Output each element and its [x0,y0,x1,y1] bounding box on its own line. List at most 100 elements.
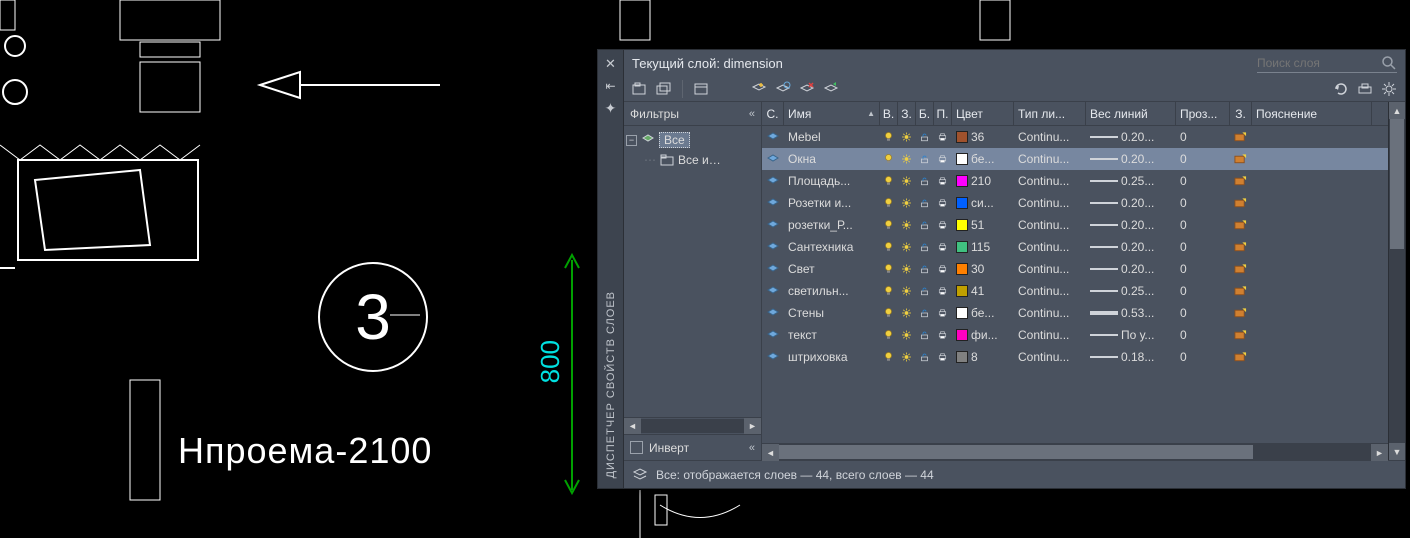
layer-row[interactable]: светильн...41Continu...0.25...0 [762,280,1388,302]
layer-lock-toggle[interactable] [916,175,934,187]
layer-row[interactable]: штриховка8Continu...0.18...0 [762,346,1388,368]
col-plotstyle[interactable]: З. [1230,102,1252,125]
layer-freeze-toggle[interactable] [898,130,916,144]
layer-color[interactable]: бе... [952,152,1014,166]
tree-node-all[interactable]: − Все [626,130,759,150]
tree-toggle-icon[interactable]: − [626,135,637,146]
layer-row[interactable]: Свет30Continu...0.20...0 [762,258,1388,280]
layer-row[interactable]: Площадь...210Continu...0.25...0 [762,170,1388,192]
layer-color[interactable]: бе... [952,306,1014,320]
invert-checkbox[interactable] [630,441,643,454]
layer-color[interactable]: 41 [952,284,1014,298]
search-icon[interactable] [1381,54,1397,72]
layer-lock-toggle[interactable] [916,197,934,209]
col-linetype[interactable]: Тип ли... [1014,102,1086,125]
layer-name[interactable]: штриховка [784,350,880,364]
search-layer-input[interactable] [1257,56,1381,70]
layer-transparency[interactable]: 0 [1176,240,1230,254]
layer-freeze-toggle[interactable] [898,284,916,298]
layer-row[interactable]: Mebel36Continu...0.20...0 [762,126,1388,148]
layer-lineweight[interactable]: 0.53... [1086,306,1176,320]
new-group-filter-button[interactable] [654,79,674,99]
layer-on-toggle[interactable] [880,350,898,364]
new-property-filter-button[interactable] [630,79,650,99]
col-lock[interactable]: Б. [916,102,934,125]
layer-freeze-toggle[interactable] [898,218,916,232]
layer-new-vp-icon[interactable] [1230,219,1252,231]
layer-linetype[interactable]: Continu... [1014,284,1086,298]
layer-transparency[interactable]: 0 [1176,306,1230,320]
layer-transparency[interactable]: 0 [1176,350,1230,364]
layer-plot-toggle[interactable] [934,263,952,275]
scroll-right-icon[interactable]: ► [1371,444,1388,461]
scroll-thumb[interactable] [1390,119,1404,249]
table-v-scrollbar[interactable]: ▲ ▼ [1388,102,1405,460]
layer-freeze-toggle[interactable] [898,240,916,254]
layer-transparency[interactable]: 0 [1176,284,1230,298]
layer-new-vp-icon[interactable] [1230,153,1252,165]
layer-linetype[interactable]: Continu... [1014,262,1086,276]
scroll-right-icon[interactable]: ► [744,418,761,435]
layer-transparency[interactable]: 0 [1176,262,1230,276]
layer-new-vp-icon[interactable] [1230,131,1252,143]
layer-transparency[interactable]: 0 [1176,218,1230,232]
col-plot[interactable]: П. [934,102,952,125]
filters-tree[interactable]: − Все ⋯ Все и… [624,126,761,417]
layer-lock-toggle[interactable] [916,307,934,319]
layer-name[interactable]: Розетки и... [784,196,880,210]
layer-lock-toggle[interactable] [916,241,934,253]
layer-color[interactable]: 8 [952,350,1014,364]
layer-name[interactable]: текст [784,328,880,342]
layer-freeze-toggle[interactable] [898,328,916,342]
layer-new-vp-icon[interactable] [1230,351,1252,363]
layer-lock-toggle[interactable] [916,329,934,341]
layer-linetype[interactable]: Continu... [1014,130,1086,144]
scroll-thumb[interactable] [779,445,1253,459]
layer-lock-toggle[interactable] [916,285,934,297]
layer-new-vp-icon[interactable] [1230,307,1252,319]
scroll-down-icon[interactable]: ▼ [1389,443,1405,460]
tree-node-all-used[interactable]: ⋯ Все и… [626,150,759,170]
layer-color[interactable]: 115 [952,240,1014,254]
search-layer-box[interactable] [1257,53,1397,73]
layer-lineweight[interactable]: 0.20... [1086,218,1176,232]
layer-on-toggle[interactable] [880,174,898,188]
col-description[interactable]: Пояснение [1252,102,1372,125]
layer-lineweight[interactable]: 0.20... [1086,152,1176,166]
layer-freeze-toggle[interactable] [898,174,916,188]
col-color[interactable]: Цвет [952,102,1014,125]
layer-row[interactable]: Окнабе...Continu...0.20...0 [762,148,1388,170]
layer-plot-toggle[interactable] [934,153,952,165]
scroll-track[interactable] [779,444,1371,460]
new-layer-button[interactable] [749,79,769,99]
layer-new-vp-icon[interactable] [1230,285,1252,297]
col-on[interactable]: В. [880,102,898,125]
col-lineweight[interactable]: Вес линий [1086,102,1176,125]
layer-new-vp-icon[interactable] [1230,263,1252,275]
layer-plot-toggle[interactable] [934,241,952,253]
layer-lineweight[interactable]: 0.25... [1086,284,1176,298]
collapse-filters-icon[interactable]: « [749,108,755,120]
layer-freeze-toggle[interactable] [898,306,916,320]
layer-freeze-toggle[interactable] [898,152,916,166]
layer-on-toggle[interactable] [880,218,898,232]
layer-lineweight[interactable]: 0.25... [1086,174,1176,188]
layer-lock-toggle[interactable] [916,351,934,363]
col-name[interactable]: Имя▲ [784,102,880,125]
layer-plot-toggle[interactable] [934,131,952,143]
layer-linetype[interactable]: Continu... [1014,350,1086,364]
layer-new-vp-icon[interactable] [1230,197,1252,209]
layer-transparency[interactable]: 0 [1176,328,1230,342]
layer-name[interactable]: Окна [784,152,880,166]
layer-freeze-toggle[interactable] [898,262,916,276]
scroll-track[interactable] [1389,119,1405,443]
layer-on-toggle[interactable] [880,262,898,276]
layer-plot-toggle[interactable] [934,219,952,231]
layer-linetype[interactable]: Continu... [1014,152,1086,166]
layer-color[interactable]: 36 [952,130,1014,144]
layer-row[interactable]: Розетки и...си...Continu...0.20...0 [762,192,1388,214]
scroll-track[interactable] [641,419,744,433]
refresh-button[interactable] [1331,79,1351,99]
layer-on-toggle[interactable] [880,240,898,254]
layer-linetype[interactable]: Continu... [1014,328,1086,342]
